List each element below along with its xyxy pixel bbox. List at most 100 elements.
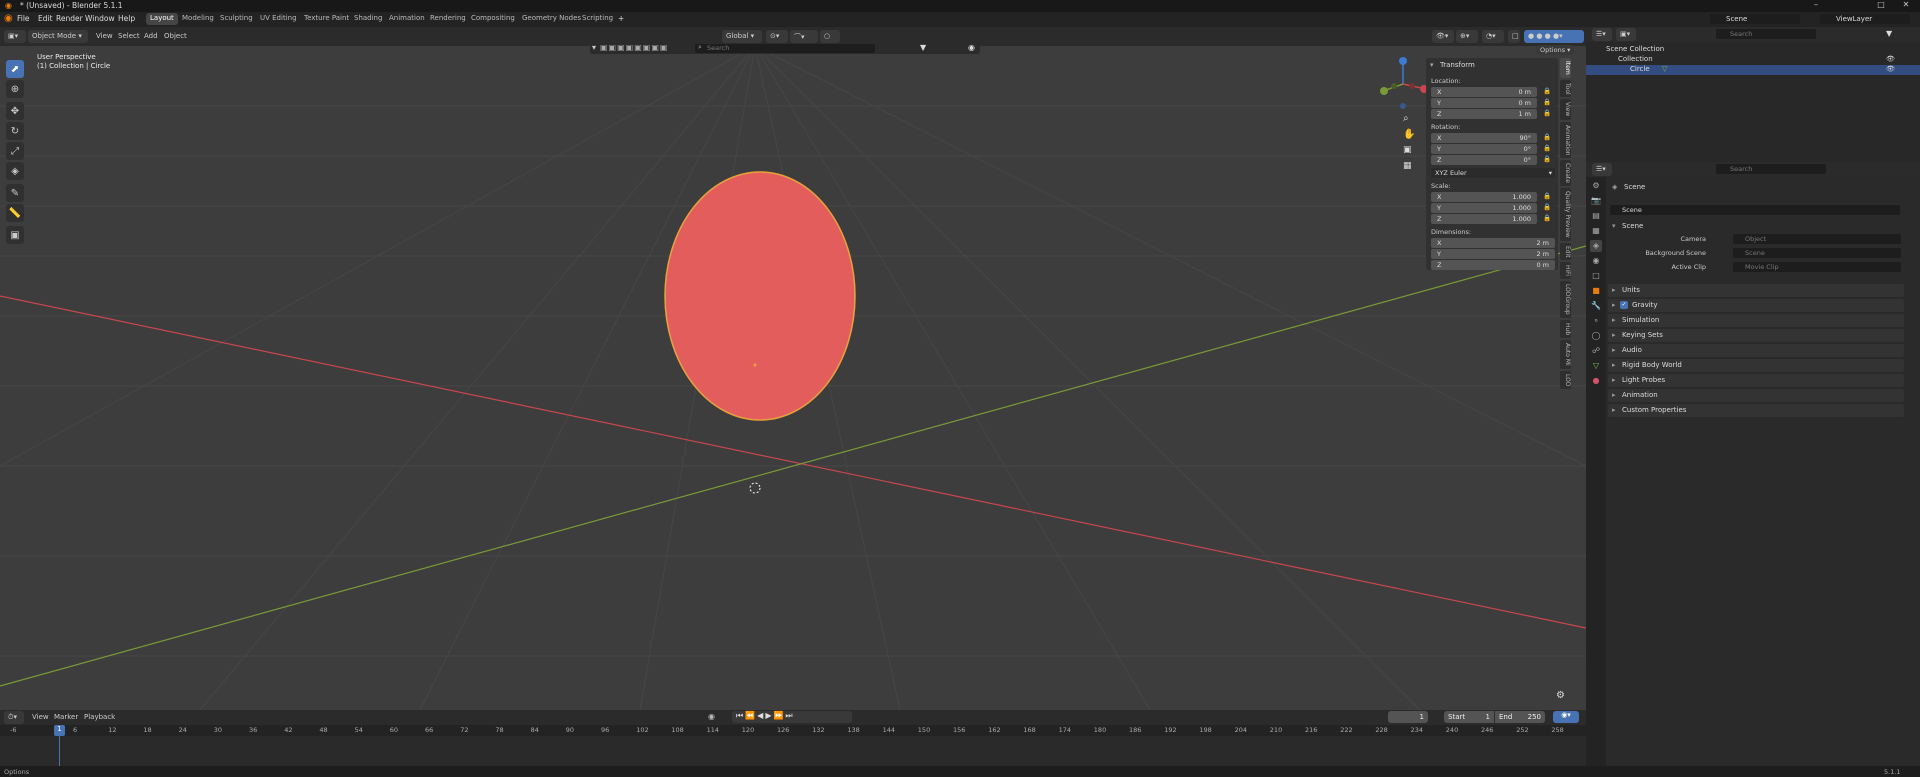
material-tab-icon[interactable]: ● [1590,375,1602,387]
rotation-x-field[interactable]: X 90° [1431,133,1537,143]
lock-icon[interactable]: 🔒 [1543,155,1551,163]
menu-file[interactable]: File [17,14,30,23]
object-tab-icon[interactable]: ■ [1590,285,1602,297]
settings-gear-icon[interactable]: ⚙ [1556,690,1565,701]
add-cube-tool[interactable]: ▣ [6,226,24,244]
active-clip-field[interactable]: Movie Clip [1733,262,1901,272]
lock-icon[interactable]: 🔒 [1543,98,1551,106]
timeline-menu-view[interactable]: View [28,711,53,724]
mode-dropdown[interactable]: Object Mode ▾ [28,30,88,43]
orientation-dropdown[interactable]: Global ▾ [722,30,762,43]
display-mode-button[interactable]: ▣▾ [1616,28,1636,41]
keying-sets-section[interactable]: ▸ Keying Sets [1608,329,1904,342]
world-tab-icon[interactable]: ◉ [1590,255,1602,267]
playback-controls[interactable]: ⏮⏪◀▶⏩⏭ [732,711,852,723]
outliner-row-circle[interactable]: Circle ▽ 👁 [1586,65,1920,75]
cursor-tool[interactable]: ⊕ [6,80,24,98]
menu-add[interactable]: Add [140,30,162,43]
simulation-section[interactable]: ▸ Simulation [1608,314,1904,327]
units-section[interactable]: ▸ Units [1608,284,1904,297]
blender-menu-icon[interactable]: ◉ [4,13,13,24]
workspace-tab-modeling[interactable]: Modeling [178,13,218,25]
scene-section-header[interactable]: ▾ Scene [1608,220,1904,233]
lock-icon[interactable]: 🔒 [1543,144,1551,152]
collection-tab-icon[interactable]: □ [1590,270,1602,282]
visibility-dropdown[interactable]: 👁▾ [1432,30,1454,43]
end-frame-field[interactable]: End 250 [1495,711,1545,723]
shield-icon[interactable]: ◉ [968,43,975,52]
lock-icon[interactable]: 🔒 [1543,214,1551,222]
3d-viewport[interactable]: User Perspective (1) Collection | Circle… [0,46,1586,710]
xray-toggle[interactable]: □ [1508,30,1520,43]
gravity-checkbox[interactable]: ✓ [1620,301,1628,309]
zoom-icon[interactable]: ⌕ [1403,113,1409,124]
pivot-dropdown[interactable]: ⊙▾ [766,30,788,43]
custom-properties-section[interactable]: ▸ Custom Properties [1608,404,1904,417]
scale-tool[interactable]: ⤢ [6,142,24,160]
workspace-tab-scripting[interactable]: Scripting [578,13,617,25]
menu-edit[interactable]: Edit [38,14,53,23]
sidebar-tab-edit[interactable]: Edit [1560,242,1571,261]
rotation-mode-dropdown[interactable]: XYZ Euler ▾ [1431,168,1555,178]
snap-toggle[interactable]: ⌒▾ [790,30,818,43]
properties-search-input[interactable]: Search [1716,164,1826,174]
sidebar-tab-hub[interactable]: Hub [1560,320,1571,339]
lock-icon[interactable]: 🔒 [1543,203,1551,211]
sidebar-tab-hifi[interactable]: HiFi [1560,262,1571,280]
outliner-row-collection[interactable]: Collection 👁 [1586,55,1920,65]
outliner-row-scene-collection[interactable]: Scene Collection [1586,45,1920,55]
workspace-tab-shading[interactable]: Shading [350,13,386,25]
workspace-tab-layout[interactable]: Layout [146,13,178,25]
data-tab-icon[interactable]: ▽ [1590,360,1602,372]
location-y-field[interactable]: Y 0 m [1431,98,1537,108]
select-box-tool[interactable]: ⬈ [6,60,24,78]
modifier-tab-icon[interactable]: 🔧 [1590,300,1602,312]
options-dropdown[interactable]: Options ▾ [1536,45,1575,55]
particles-tab-icon[interactable]: ∘ [1590,315,1602,327]
outliner-search-input[interactable]: Search [1716,29,1816,39]
scene-name-field[interactable]: Scene [1610,205,1900,215]
menu-render[interactable]: Render [56,14,83,23]
sidebar-tab-animation[interactable]: Animation [1560,121,1571,159]
eye-icon[interactable]: 👁 [1886,65,1895,73]
camera-view-icon[interactable]: ▣ [1403,145,1412,155]
sidebar-tab-view[interactable]: View [1560,99,1571,120]
eye-icon[interactable]: 👁 [1886,55,1895,63]
view-layer-tab-icon[interactable]: ▦ [1590,225,1602,237]
menu-view[interactable]: View [92,30,117,43]
filter-chevron-icon[interactable]: ▾ [592,43,596,52]
filter-funnel-icon[interactable]: ▼ [1886,29,1892,38]
current-frame-field[interactable]: 1 [1388,711,1428,723]
workspace-tab-rendering[interactable]: Rendering [426,13,470,25]
gizmo-toggle[interactable]: ⊕▾ [1456,30,1478,43]
overlay-toggle[interactable]: ◔▾ [1482,30,1504,43]
viewlayer-selector[interactable]: ViewLayer [1820,14,1910,24]
lock-icon[interactable]: 🔒 [1543,133,1551,141]
scene-selector[interactable]: Scene [1710,14,1800,24]
output-tab-icon[interactable]: ▤ [1590,210,1602,222]
editor-type-button[interactable]: ▣▾ [4,30,26,43]
sidebar-tab-quality-preview[interactable]: Quality Preview [1560,188,1571,241]
constraints-tab-icon[interactable]: ☍ [1590,345,1602,357]
scene-tab-icon[interactable]: ◈ [1590,240,1602,252]
outliner-editor-type-button[interactable]: ☰▾ [1592,28,1612,41]
dimensions-x-field[interactable]: X 2 m [1431,238,1555,248]
workspace-tab-compositing[interactable]: Compositing [467,13,519,25]
menu-help[interactable]: Help [118,14,135,23]
light-probes-section[interactable]: ▸ Light Probes [1608,374,1904,387]
sidebar-tab-lodgroup[interactable]: LODGroup [1560,281,1571,319]
menu-object[interactable]: Object [160,30,191,43]
lock-icon[interactable]: 🔒 [1543,192,1551,200]
workspace-tab-animation[interactable]: Animation [385,13,429,25]
measure-tool[interactable]: 📏 [6,204,24,222]
render-tab-icon[interactable]: 📷 [1590,195,1602,207]
minimize-button[interactable]: – [1805,0,1827,9]
workspace-tab-texture-paint[interactable]: Texture Paint [300,13,353,25]
timeline-menu-marker[interactable]: Marker [50,711,82,724]
maximize-button[interactable]: □ [1870,0,1892,9]
pan-hand-icon[interactable]: ✋ [1403,129,1415,140]
filter-funnel-icon[interactable]: ▼ [920,43,926,52]
viewport-search-input[interactable]: Search [695,44,875,53]
rotation-z-field[interactable]: Z 0° [1431,155,1537,165]
properties-editor-type-button[interactable]: ☰▾ [1592,163,1612,176]
